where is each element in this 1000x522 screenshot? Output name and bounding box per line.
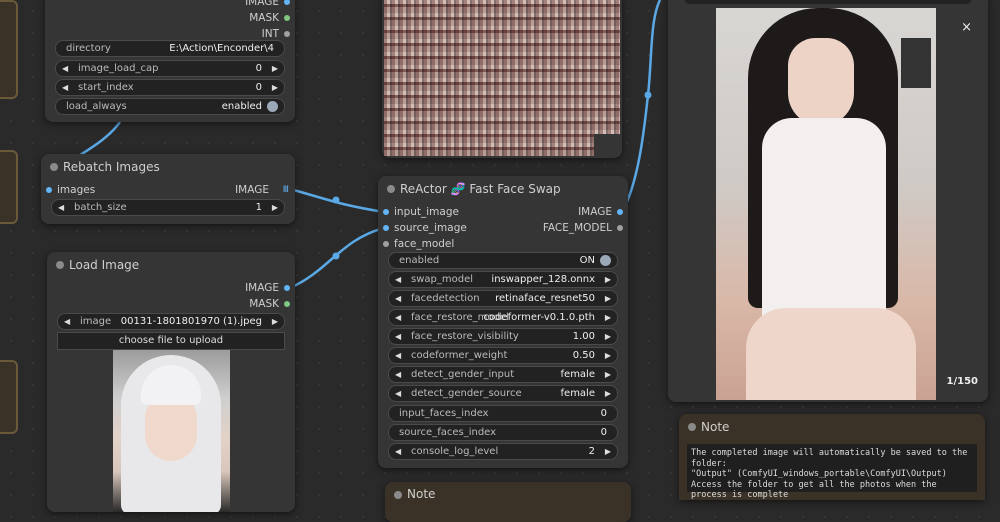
load-images-node[interactable]: IMAGE MASK INT directory E:\Action\Encon… xyxy=(45,0,295,122)
swap-model-select[interactable]: ◀ swap_model inswapper_128.onnx ▶ xyxy=(388,271,618,288)
face-restore-visibility-stepper[interactable]: ◀ face_restore_visibility 1.00 ▶ xyxy=(388,328,618,345)
output-image[interactable]: IMAGE xyxy=(47,280,295,296)
next-arrow-icon[interactable]: ▶ xyxy=(605,272,611,287)
batch-preview-node[interactable] xyxy=(382,0,622,158)
next-arrow-icon[interactable]: ▶ xyxy=(605,310,611,325)
increment-arrow-icon[interactable]: ▶ xyxy=(605,348,611,363)
decrement-arrow-icon[interactable]: ◀ xyxy=(58,200,64,215)
face-model-port-dot[interactable] xyxy=(383,241,389,247)
decrement-arrow-icon[interactable]: ◀ xyxy=(395,348,401,363)
face-model-port[interactable]: face_model xyxy=(378,236,628,252)
detect-gender-input-select[interactable]: ◀ detect_gender_input female ▶ xyxy=(388,366,618,383)
collapse-dot-icon[interactable] xyxy=(688,423,696,431)
decrement-arrow-icon[interactable]: ◀ xyxy=(395,329,401,344)
next-arrow-icon[interactable]: ▶ xyxy=(605,386,611,401)
input-images[interactable]: images IMAGE Ⅲ xyxy=(41,182,295,198)
increment-arrow-icon[interactable]: ▶ xyxy=(605,329,611,344)
increment-arrow-icon[interactable]: ▶ xyxy=(272,80,278,95)
image-port-dot[interactable] xyxy=(284,285,290,291)
output-image-preview xyxy=(716,8,936,400)
reactor-node[interactable]: ReActor 🧬 Fast Face Swap input_image IMA… xyxy=(378,176,628,468)
grid-empty-cell xyxy=(594,134,620,156)
toggle-knob[interactable] xyxy=(267,101,278,112)
int-port-dot[interactable] xyxy=(284,31,290,37)
console-log-level-stepper[interactable]: ◀ console_log_level 2 ▶ xyxy=(388,443,618,460)
offscreen-node-stub[interactable] xyxy=(0,0,18,99)
facedetection-select[interactable]: ◀ facedetection retinaface_resnet50 ▶ xyxy=(388,290,618,307)
previous-arrow-icon[interactable]: ◀ xyxy=(395,272,401,287)
output-mask[interactable]: MASK xyxy=(47,296,295,312)
note-node-bottom[interactable]: Note xyxy=(385,482,631,522)
toggle-knob[interactable] xyxy=(600,255,611,266)
loaded-image-preview xyxy=(113,350,230,512)
enabled-toggle[interactable]: enabled ON xyxy=(388,252,618,269)
image-port-dot[interactable] xyxy=(383,209,389,215)
node-title-bar[interactable]: Load Image xyxy=(47,252,295,278)
node-title-bar[interactable]: Rebatch Images xyxy=(41,154,295,180)
image-counter: 1/150 xyxy=(946,376,978,387)
previous-arrow-icon[interactable]: ◀ xyxy=(395,386,401,401)
detect-gender-source-select[interactable]: ◀ detect_gender_source female ▶ xyxy=(388,385,618,402)
image-port-dot[interactable] xyxy=(617,209,623,215)
decrement-arrow-icon[interactable]: ◀ xyxy=(62,61,68,76)
collapse-dot-icon[interactable] xyxy=(50,163,58,171)
collapse-dot-icon[interactable] xyxy=(56,261,64,269)
upload-button[interactable]: choose file to upload xyxy=(57,332,285,350)
rebatch-images-node[interactable]: Rebatch Images images IMAGE Ⅲ ◀ batch_si… xyxy=(41,154,295,224)
previous-arrow-icon[interactable]: ◀ xyxy=(395,291,401,306)
offscreen-node-stub[interactable] xyxy=(0,150,18,224)
input-faces-index-field[interactable]: input_faces_index 0 xyxy=(388,405,618,422)
batch-thumbnail-grid xyxy=(384,0,620,156)
previous-arrow-icon[interactable]: ◀ xyxy=(64,314,70,329)
mask-port-dot[interactable] xyxy=(284,15,290,21)
link-load-image-to-reactor-source xyxy=(289,226,385,290)
previous-arrow-icon[interactable]: ◀ xyxy=(395,310,401,325)
link-reactor-to-preview xyxy=(620,0,662,213)
codeformer-weight-stepper[interactable]: ◀ codeformer_weight 0.50 ▶ xyxy=(388,347,618,364)
mask-port-dot[interactable] xyxy=(284,301,290,307)
output-image[interactable]: IMAGE xyxy=(45,0,295,10)
source-faces-index-field[interactable]: source_faces_index 0 xyxy=(388,424,618,441)
list-output-icon[interactable]: Ⅲ xyxy=(283,182,289,198)
increment-arrow-icon[interactable]: ▶ xyxy=(272,61,278,76)
collapse-dot-icon[interactable] xyxy=(387,185,395,193)
offscreen-node-stub[interactable] xyxy=(0,360,18,434)
previous-arrow-icon[interactable]: ◀ xyxy=(395,367,401,382)
output-mask[interactable]: MASK xyxy=(45,10,295,26)
preview-image-node[interactable]: × 1/150 xyxy=(668,0,988,402)
face-restore-model-select[interactable]: ◀ face_restore_model codeformer-v0.1.0.p… xyxy=(388,309,618,326)
next-arrow-icon[interactable]: ▶ xyxy=(605,291,611,306)
face-model-port-dot[interactable] xyxy=(617,225,623,231)
image-port-dot[interactable] xyxy=(383,225,389,231)
node-title-bar[interactable]: Note xyxy=(385,482,631,506)
note-node-right[interactable]: Note The completed image will automatica… xyxy=(679,414,985,500)
next-arrow-icon[interactable]: ▶ xyxy=(272,314,278,329)
directory-field[interactable]: directory E:\Action\Enconder\4 xyxy=(55,40,285,57)
source-image-port[interactable]: source_image FACE_MODEL xyxy=(378,220,628,236)
node-title-bar[interactable]: Note xyxy=(679,414,985,440)
load-always-toggle[interactable]: load_always enabled xyxy=(55,98,285,115)
load-image-node[interactable]: Load Image IMAGE MASK ◀ image 00131-1801… xyxy=(47,252,295,512)
image-load-cap-stepper[interactable]: ◀ image_load_cap 0 ▶ xyxy=(55,60,285,77)
preview-title-bar-edge xyxy=(684,0,972,4)
start-index-stepper[interactable]: ◀ start_index 0 ▶ xyxy=(55,79,285,96)
decrement-arrow-icon[interactable]: ◀ xyxy=(395,444,401,459)
image-select[interactable]: ◀ image 00131-1801801970 (1).jpeg ▶ xyxy=(57,313,285,330)
image-port-dot[interactable] xyxy=(46,187,52,193)
node-title-bar[interactable]: ReActor 🧬 Fast Face Swap xyxy=(378,176,628,202)
batch-size-stepper[interactable]: ◀ batch_size 1 ▶ xyxy=(51,199,285,216)
image-port-dot[interactable] xyxy=(284,0,290,5)
link-rebatch-to-reactor-input xyxy=(289,187,385,214)
increment-arrow-icon[interactable]: ▶ xyxy=(605,444,611,459)
decrement-arrow-icon[interactable]: ◀ xyxy=(62,80,68,95)
close-icon[interactable]: × xyxy=(961,20,972,35)
note-text-area[interactable]: The completed image will automatically b… xyxy=(687,444,977,500)
increment-arrow-icon[interactable]: ▶ xyxy=(272,200,278,215)
collapse-dot-icon[interactable] xyxy=(394,491,402,499)
input-image-port[interactable]: input_image IMAGE xyxy=(378,204,628,220)
next-arrow-icon[interactable]: ▶ xyxy=(605,367,611,382)
